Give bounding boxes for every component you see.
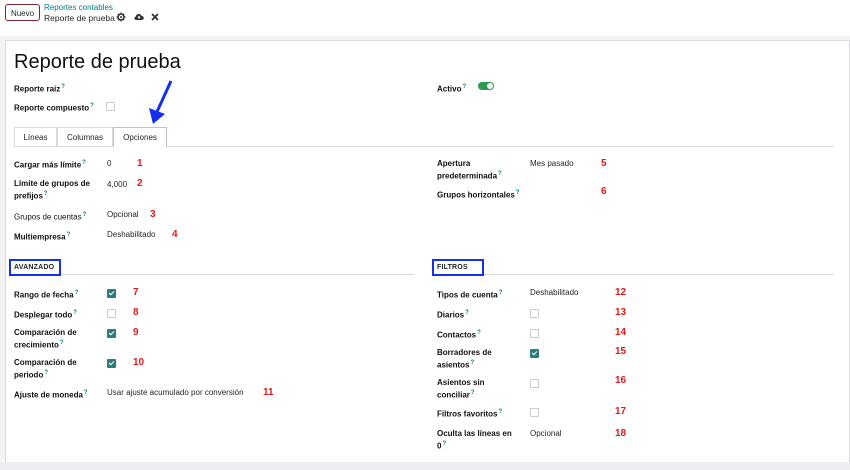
marker-8: 8: [133, 307, 139, 318]
account-groups-value[interactable]: Opcional: [107, 210, 139, 220]
account-types-value[interactable]: Deshabilitado: [530, 288, 578, 298]
draft-entries-label: Borradores de asientos?: [437, 348, 492, 370]
marker-5: 5: [601, 158, 607, 169]
marker-1: 1: [137, 158, 143, 169]
new-button[interactable]: Nuevo: [5, 4, 40, 21]
unfold-all-checkbox[interactable]: [107, 309, 116, 318]
marker-12: 12: [615, 287, 627, 298]
cloud-upload-icon[interactable]: [134, 12, 144, 22]
currency-adjustment-value[interactable]: Usar ajuste acumulado por conversión: [107, 388, 244, 398]
contacts-label: Contactos?: [437, 330, 481, 340]
draft-entries-checkbox[interactable]: [530, 349, 539, 358]
journals-label: Diarios?: [437, 310, 469, 320]
bottom-edge: [0, 462, 850, 470]
hide-zero-lines-value[interactable]: Opcional: [530, 429, 562, 439]
filters-separator: [437, 274, 834, 275]
tab-opciones[interactable]: Opciones: [113, 127, 167, 147]
marker-7: 7: [133, 287, 139, 298]
hide-zero-lines-label: Oculta las líneas en 0?: [437, 429, 512, 451]
marker-14: 14: [615, 327, 627, 338]
account-types-label: Tipos de cuenta?: [437, 290, 503, 300]
favorite-filters-label: Filtros favoritos?: [437, 409, 503, 419]
root-report-label: Reporte raíz?: [14, 84, 65, 94]
page-title: Reporte de prueba: [14, 51, 181, 73]
prefix-groups-limit-label: Límite de grupos de prefijos?: [14, 179, 91, 201]
date-range-label: Rango de fecha?: [14, 290, 79, 300]
control-panel: Nuevo Reportes contables Reporte de prue…: [0, 0, 850, 34]
journals-checkbox[interactable]: [530, 309, 539, 318]
marker-17: 17: [615, 406, 627, 417]
marker-3: 3: [150, 209, 156, 220]
contacts-checkbox[interactable]: [530, 329, 539, 338]
marker-6: 6: [601, 186, 607, 197]
advanced-separator: [14, 274, 414, 275]
close-icon[interactable]: [150, 12, 160, 22]
marker-10: 10: [133, 357, 145, 368]
marker-4: 4: [172, 229, 178, 240]
date-range-checkbox[interactable]: [107, 289, 116, 298]
gear-icon[interactable]: [116, 12, 126, 22]
default-opening-value[interactable]: Mes pasado: [530, 159, 574, 169]
multicompany-label: Multiempresa?: [14, 232, 71, 242]
period-comparison-label: Comparación de periodo?: [14, 358, 77, 380]
marker-11: 11: [263, 387, 274, 398]
unfold-all-label: Desplegar todo?: [14, 310, 77, 320]
multicompany-value[interactable]: Deshabilitado: [107, 230, 155, 240]
currency-adjustment-label: Ajuste de moneda?: [14, 390, 88, 400]
default-opening-label: Apertura predeterminada?: [437, 159, 502, 181]
composite-report-label: Reporte compuesto?: [14, 103, 94, 113]
advanced-highlight-box: [9, 259, 61, 276]
unreconciled-entries-checkbox[interactable]: [530, 379, 539, 388]
tab-lineas[interactable]: Líneas: [14, 127, 57, 146]
account-groups-label: Grupos de cuentas?: [14, 212, 87, 222]
tab-columnas[interactable]: Columnas: [57, 127, 113, 146]
active-label: Activo?: [437, 84, 467, 94]
marker-9: 9: [133, 327, 139, 338]
annotation-arrow-icon: [149, 80, 173, 124]
form-sheet: [5, 40, 850, 470]
marker-16: 16: [615, 375, 627, 386]
marker-2: 2: [137, 178, 143, 189]
marker-18: 18: [615, 428, 627, 439]
unreconciled-entries-label: Asientos sin conciliar?: [437, 378, 485, 400]
active-toggle[interactable]: [478, 82, 494, 90]
filters-highlight-box: [432, 259, 484, 276]
breadcrumb-parent-link[interactable]: Reportes contables: [44, 3, 113, 12]
breadcrumb-current: Reporte de prueba: [44, 13, 115, 23]
composite-report-checkbox[interactable]: [106, 102, 115, 111]
period-comparison-checkbox[interactable]: [107, 359, 116, 368]
horizontal-groups-label: Grupos horizontales?: [437, 190, 520, 200]
marker-13: 13: [615, 307, 627, 318]
growth-comparison-checkbox[interactable]: [107, 329, 116, 338]
load-more-limit-label: Cargar más límite?: [14, 160, 86, 170]
prefix-groups-limit-value[interactable]: 4,000: [107, 180, 127, 190]
marker-15: 15: [615, 346, 627, 357]
growth-comparison-label: Comparación de crecimiento?: [14, 328, 77, 350]
load-more-limit-value[interactable]: 0: [107, 159, 111, 169]
favorite-filters-checkbox[interactable]: [530, 408, 539, 417]
